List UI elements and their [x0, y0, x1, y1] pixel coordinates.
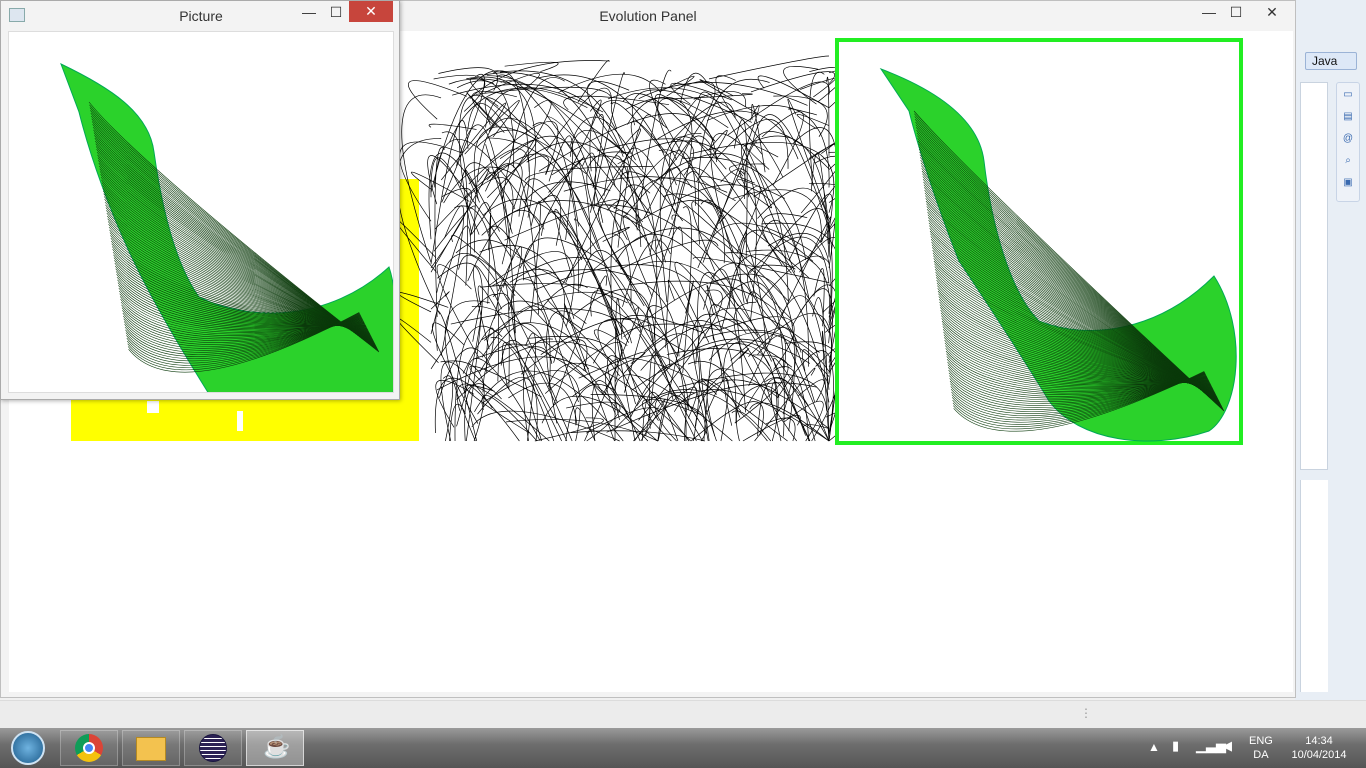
folder-icon	[136, 737, 166, 761]
picture-canvas	[8, 31, 394, 393]
eclipse-outline-panel	[1300, 82, 1328, 470]
taskbar-file-explorer[interactable]	[122, 730, 180, 766]
perspective-label: Java	[1312, 54, 1338, 68]
taskbar-chrome[interactable]	[60, 730, 118, 766]
random-strokes-panel	[391, 55, 872, 442]
picture-leaf	[60, 63, 393, 392]
picture-minimize-button[interactable]: —	[295, 3, 323, 23]
taskbar-eclipse[interactable]	[184, 730, 242, 766]
console-icon[interactable]: ▣	[1340, 177, 1356, 193]
volume-icon[interactable]: ◀	[1222, 738, 1232, 754]
eclipse-lower-panel	[1300, 480, 1328, 692]
show-hidden-icons-button[interactable]: ▲	[1148, 740, 1160, 754]
eclipse-icon	[199, 734, 227, 762]
eclipse-side-toolbar: ▭ ▤ @ ⌕ ▣	[1336, 82, 1360, 202]
java-icon: ☕	[263, 734, 291, 759]
at-icon[interactable]: @	[1340, 133, 1356, 149]
restore-icon[interactable]: ▭	[1340, 89, 1356, 105]
picture-close-button[interactable]: ✕	[349, 1, 393, 22]
minimize-button[interactable]: —	[1195, 3, 1223, 23]
maximize-button[interactable]: ☐	[1222, 3, 1250, 23]
close-button[interactable]: ✕	[1255, 3, 1289, 23]
picture-maximize-button[interactable]: ☐	[322, 3, 350, 23]
status-grip-icon: ⋮	[1080, 706, 1092, 720]
java-perspective-button[interactable]: Java	[1305, 52, 1357, 70]
taskbar: ☕ ▲ ▮ ▁▃▅ ◀ ENG DA 14:34 10/04/2014	[0, 728, 1366, 768]
taskbar-java[interactable]: ☕	[246, 730, 304, 766]
search-icon[interactable]: ⌕	[1340, 155, 1356, 171]
language-code: ENG	[1249, 735, 1273, 747]
chrome-icon	[75, 734, 103, 762]
clock[interactable]: 14:34 10/04/2014	[1284, 734, 1354, 762]
clock-time: 14:34	[1305, 735, 1333, 747]
tasks-icon[interactable]: ▤	[1340, 111, 1356, 127]
picture-window: Picture — ☐ ✕	[0, 0, 400, 400]
start-button[interactable]	[4, 730, 52, 766]
windows-orb-icon	[11, 731, 45, 765]
eclipse-status-bar	[0, 700, 1366, 728]
language-indicator[interactable]: ENG DA	[1249, 734, 1273, 762]
clock-date: 10/04/2014	[1291, 749, 1347, 761]
keyboard-layout: DA	[1253, 749, 1269, 761]
power-icon[interactable]: ▮	[1172, 738, 1179, 754]
